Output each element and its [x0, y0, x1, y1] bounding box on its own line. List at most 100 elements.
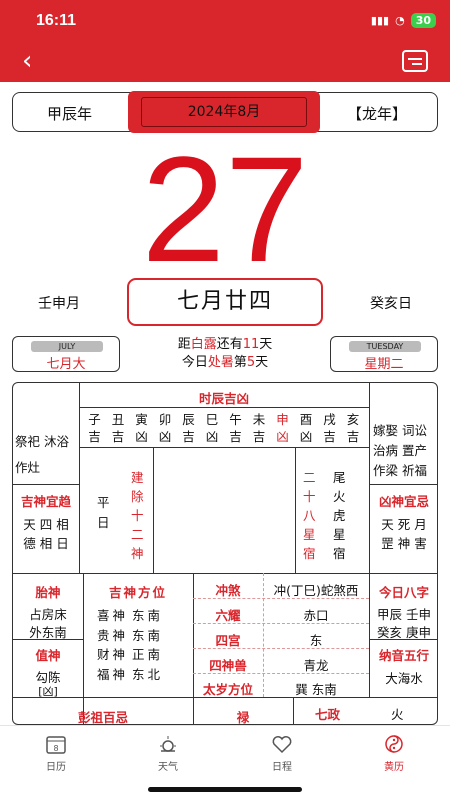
hour-branch: 巳 [205, 412, 219, 427]
chongsha-value: 冲(丁巳)蛇煞西 [273, 583, 359, 598]
calendar-icon: 8 [46, 736, 66, 754]
hour-cell: 卯凶 [154, 411, 177, 445]
weekday-value: 星期二 [364, 357, 404, 372]
hour-branch: 未 [252, 412, 266, 427]
hour-luck: 凶 [299, 429, 313, 444]
tab-schedule-label: 日程 [272, 762, 292, 773]
hour-cell: 午吉 [224, 411, 247, 445]
gz-year: 甲辰年 [47, 105, 93, 123]
wifi-icon: ◔ [395, 14, 405, 27]
direction-god: 喜神 [97, 608, 129, 623]
calendar-card-icon[interactable] [402, 50, 428, 72]
direction-god: 福神 [97, 666, 129, 682]
tab-weather-label: 天气 [158, 762, 178, 773]
tab-almanac[interactable]: 黄历 [354, 734, 434, 773]
xiongshen-title: 凶神宜忌 [378, 494, 429, 509]
pengzu-title: 彭祖百忌 [77, 710, 128, 725]
svg-text:8: 8 [53, 744, 58, 753]
yi-items: 祭祀 沐浴 作灶 [15, 434, 69, 475]
pingri: 平日 [97, 495, 110, 530]
chongsha-label: 冲煞 [215, 583, 241, 598]
month-en-label: JULY [31, 341, 103, 352]
sishen-value: 青龙 [303, 658, 329, 673]
hour-luck: 吉 [323, 429, 336, 444]
solar-term-info: 距白露还有11天 今日处暑第5天 [140, 336, 310, 372]
hour-luck-title: 时辰吉凶 [198, 391, 249, 406]
direction-god: 财神 [97, 647, 129, 662]
hour-branch: 申 [276, 412, 289, 427]
solar-term-line1: 距白露还有11天 [177, 337, 273, 352]
direction-value: 东北 [132, 666, 164, 682]
direction-row: 福神 东北 [97, 664, 189, 683]
battery-icon: 30 [410, 13, 436, 28]
hour-luck: 吉 [346, 429, 360, 444]
hour-branch: 戌 [323, 412, 336, 427]
hour-branch: 卯 [158, 412, 172, 427]
xiongshen-row2: 罡 神 害 [381, 536, 427, 551]
tab-schedule[interactable]: 日程 [242, 734, 322, 773]
jianchu-label: 建除十二神 [131, 470, 144, 561]
hour-branch: 寅 [135, 412, 148, 427]
jishen-row2: 德 相 日 [23, 536, 69, 551]
hour-branch: 酉 [299, 412, 313, 427]
hour-luck: 吉 [229, 429, 242, 444]
nayin-title: 纳音五行 [378, 648, 429, 663]
weekday-tag: TUESDAY 星期二 [330, 336, 438, 372]
liuyao-value: 赤口 [303, 608, 329, 623]
hour-luck: 凶 [205, 429, 219, 444]
hour-branch: 午 [229, 412, 242, 427]
month-selector-label[interactable]: 2024年8月 [141, 97, 307, 127]
xiu-value: 尾火虎星宿 [333, 470, 346, 561]
taisui-value: 巽 东南 [295, 682, 337, 697]
hour-cell: 未吉 [248, 411, 271, 445]
lu-title: 禄 [236, 710, 250, 725]
bazi-row1: 甲辰 壬申 [377, 607, 431, 622]
gz-day: 癸亥日 [370, 296, 412, 312]
sishen-label: 四神兽 [209, 658, 247, 673]
hour-branch: 辰 [182, 412, 195, 427]
ji-items: 嫁娶 词讼 治病 置产 作梁 祈福 [373, 423, 427, 478]
status-time: 16:11 [36, 12, 77, 29]
lunar-month-tag: JULY 七月大 [12, 336, 120, 372]
hour-branch: 丑 [111, 412, 125, 427]
tab-almanac-label: 黄历 [384, 762, 404, 773]
direction-row: 喜神 东南 [97, 605, 189, 624]
hour-cell: 寅凶 [130, 411, 153, 445]
hour-cell: 酉凶 [295, 411, 318, 445]
direction-value: 东南 [132, 608, 164, 623]
hour-luck: 凶 [276, 429, 289, 444]
status-icons: ▮▮▮ ◔ 30 [371, 13, 436, 28]
taishen-row2: 外东南 [29, 625, 67, 640]
taishen-title: 胎神 [35, 585, 61, 600]
direction-value: 东南 [132, 627, 164, 643]
lunar-month-value: 七月大 [46, 357, 86, 372]
signal-icon: ▮▮▮ [370, 14, 390, 27]
jishen-row1: 天 四 相 [23, 517, 69, 532]
almanac-icon [385, 735, 403, 753]
bazi-row2: 癸亥 庚申 [377, 625, 431, 640]
hour-cell: 子吉 [83, 411, 106, 445]
tab-calendar[interactable]: 8 日历 [16, 734, 96, 773]
lunar-date: 七月廿四 [127, 278, 323, 326]
tab-weather[interactable]: 天气 [128, 734, 208, 773]
hour-cell: 丑吉 [107, 411, 130, 445]
back-arrow-icon[interactable]: ‹ [22, 46, 32, 76]
hour-branch: 子 [88, 412, 101, 427]
xiu-label: 二十八星宿 [303, 470, 316, 561]
tab-calendar-label: 日历 [46, 762, 66, 773]
hour-luck: 凶 [135, 429, 148, 444]
hour-luck-grid: 子吉丑吉寅凶卯凶辰吉巳凶午吉未吉申凶酉凶戌吉亥吉 [83, 411, 365, 445]
hour-luck: 吉 [111, 429, 125, 444]
hour-luck: 凶 [158, 429, 172, 444]
jiugong-value: 东 [309, 633, 323, 648]
xiongshen-row1: 天 死 月 [381, 517, 427, 532]
gz-month: 壬申月 [38, 296, 80, 312]
zhishen-tag: [凶] [38, 685, 58, 698]
taisui-label: 太岁方位 [202, 682, 253, 697]
bazi-title: 今日八字 [378, 585, 429, 600]
jishen-title: 吉神宜趋 [20, 494, 71, 509]
hour-luck: 吉 [88, 429, 101, 444]
liuyao-label: 六耀 [215, 608, 241, 623]
solar-term-line2: 今日处暑第5天 [181, 355, 269, 370]
direction-row: 财神 正南 [97, 644, 189, 663]
